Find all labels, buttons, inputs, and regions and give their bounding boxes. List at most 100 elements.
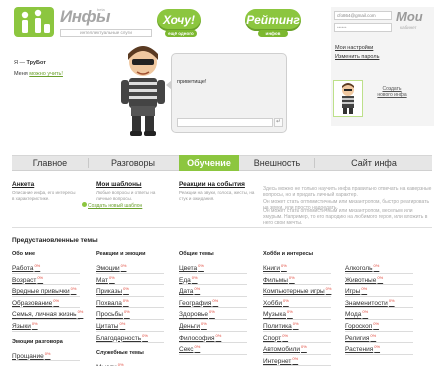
topic-label: Дата: [179, 288, 194, 296]
topic-progress: 0%: [120, 263, 127, 268]
chat-input[interactable]: [177, 118, 273, 127]
topic-label: Игры: [345, 288, 361, 296]
topic-label: Деньги: [179, 323, 200, 331]
topic-progress: 0%: [212, 297, 219, 303]
topic-progress: 0%: [292, 321, 299, 326]
topic-link[interactable]: Вредные привычки0%: [12, 286, 76, 295]
topic-progress: 0%: [201, 321, 207, 326]
topic-progress: 0%: [108, 274, 115, 280]
topic-progress: 0%: [191, 274, 198, 280]
meet-link[interactable]: можно учить!: [29, 71, 63, 77]
avatar-thumbnail[interactable]: [333, 80, 363, 117]
topic-link[interactable]: Хобби0%: [263, 298, 289, 307]
topic-link[interactable]: Знаменитости0%: [345, 298, 395, 307]
tab-site[interactable]: Сайт инфа: [315, 155, 433, 171]
topic-link[interactable]: Дата0%: [179, 286, 200, 295]
row-divider: [179, 284, 247, 286]
topic-link[interactable]: Семья, личная жизнь0%: [12, 309, 83, 318]
topic-label: Секс: [179, 346, 194, 354]
want-subtitle[interactable]: ещё одного: [165, 30, 197, 37]
create-template-link[interactable]: Создать новый шаблон: [88, 203, 142, 209]
row-divider: [345, 307, 413, 309]
row-divider: [179, 318, 247, 320]
change-password-link[interactable]: Изменить пароль: [335, 54, 379, 60]
topic-link[interactable]: Эмоции0%: [96, 263, 126, 272]
tab-training[interactable]: Обучение: [179, 155, 239, 171]
rating-button[interactable]: Рейтинг: [245, 9, 301, 31]
topic-link[interactable]: Компьютерные игры0%: [263, 286, 331, 295]
topic-progress: 0%: [123, 309, 130, 315]
topic-progress: 0%: [282, 332, 289, 338]
logo-tagline: интеллектуальные слуги: [60, 29, 152, 37]
rating-subtitle[interactable]: инфов: [258, 30, 288, 37]
topic-link[interactable]: Цитаты0%: [96, 321, 125, 330]
topic-link[interactable]: Еда0%: [179, 275, 198, 284]
topic-link[interactable]: Религия0%: [345, 333, 376, 342]
topic-link[interactable]: Алкоголь0%: [345, 263, 379, 272]
topic-label: Мат: [96, 276, 108, 284]
topic-link[interactable]: Политика0%: [263, 321, 299, 330]
row-divider: [345, 353, 413, 355]
send-icon[interactable]: ↵: [274, 118, 283, 127]
topic-link[interactable]: Языки0%: [12, 321, 38, 330]
topic-progress: 0%: [53, 297, 60, 303]
reactions-link[interactable]: Реакции на события: [179, 181, 245, 188]
anketa-link[interactable]: Анкета: [12, 181, 34, 188]
topic-link[interactable]: Здоровье0%: [179, 309, 215, 318]
create-new-info-link[interactable]: Создать нового инфа: [377, 86, 407, 98]
topic-link[interactable]: Гороскоп0%: [345, 321, 379, 330]
topic-link[interactable]: Автомобили0%: [263, 344, 307, 353]
add-icon[interactable]: [82, 202, 87, 207]
topic-link[interactable]: Работа0%: [12, 263, 40, 272]
topic-link[interactable]: Возраст0%: [12, 275, 43, 284]
topic-link[interactable]: Похвала0%: [96, 298, 129, 307]
topic-link[interactable]: Приказы0%: [96, 286, 129, 295]
topic-link[interactable]: Просьбы0%: [96, 309, 130, 318]
email-field[interactable]: cfo864@gmail.com: [334, 11, 392, 20]
my-settings-link[interactable]: Мои настройки: [335, 45, 373, 51]
row-divider: [96, 284, 164, 286]
topic-link[interactable]: Растения0%: [345, 344, 380, 353]
tab-main[interactable]: Главное: [12, 155, 88, 171]
topic-link[interactable]: Спорт0%: [263, 333, 288, 342]
row-divider: [263, 272, 331, 274]
topic-link[interactable]: Мысли0%: [96, 362, 124, 366]
topic-link[interactable]: Благодарность0%: [96, 333, 148, 342]
topic-link[interactable]: Образование0%: [12, 298, 59, 307]
tab-conversations[interactable]: Разговоры: [88, 155, 178, 171]
topic-progress: 0%: [122, 297, 129, 303]
row-divider: [345, 318, 413, 320]
row-divider: [96, 272, 164, 274]
topic-progress: 0%: [123, 286, 129, 292]
my-cabinet-title[interactable]: Мои: [396, 9, 423, 24]
logo-icon[interactable]: [14, 7, 54, 37]
topic-label: Философия: [179, 334, 215, 342]
topic-link[interactable]: География0%: [179, 298, 218, 307]
topic-link[interactable]: Фильмы0%: [263, 275, 295, 284]
topic-link[interactable]: Мат0%: [96, 275, 115, 284]
topic-category-head: Хобби и интересы: [263, 251, 314, 257]
topic-link[interactable]: Прощание0%: [12, 351, 50, 360]
topic-label: География: [179, 299, 212, 307]
topic-link[interactable]: Животные0%: [345, 275, 383, 284]
topic-link[interactable]: Цвета0%: [179, 263, 204, 272]
tab-appearance[interactable]: Внешность: [240, 155, 314, 171]
topic-link[interactable]: Философия0%: [179, 333, 221, 342]
topic-link[interactable]: Интернет0%: [263, 356, 298, 365]
topic-link[interactable]: Музыка0%: [263, 309, 293, 318]
topic-link[interactable]: Книги0%: [263, 263, 287, 272]
chat-message: приветище!: [177, 79, 207, 85]
topic-label: Спорт: [263, 334, 282, 342]
want-button[interactable]: Хочу!: [157, 9, 201, 31]
row-divider: [263, 318, 331, 320]
topic-link[interactable]: Секс0%: [179, 344, 200, 353]
topic-link[interactable]: Деньги0%: [179, 321, 207, 330]
topic-progress: 0%: [362, 309, 369, 315]
topic-link[interactable]: Мода0%: [345, 309, 368, 318]
row-divider: [263, 284, 331, 286]
predefined-topics-title: Предустановленные темы: [12, 237, 98, 244]
templates-link[interactable]: Мои шаблоны: [96, 181, 142, 188]
topic-label: Вредные привычки: [12, 288, 70, 296]
password-field[interactable]: ••••••: [334, 23, 392, 32]
topic-link[interactable]: Игры0%: [345, 286, 367, 295]
